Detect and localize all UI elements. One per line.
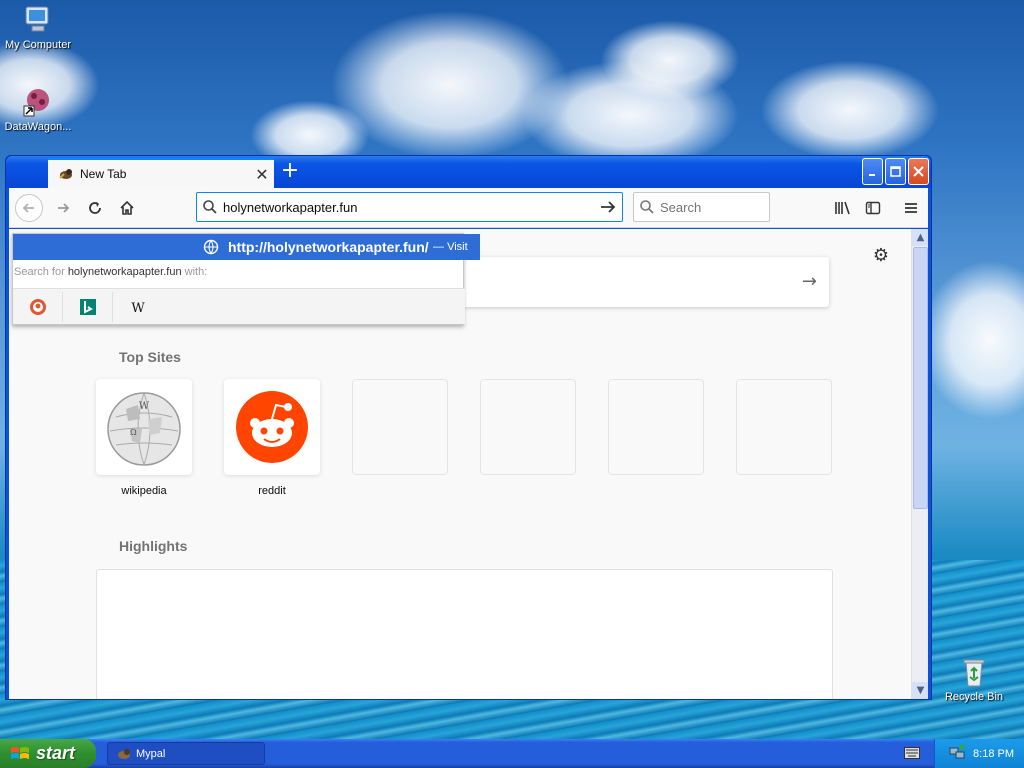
back-arrow-icon xyxy=(22,203,34,213)
scroll-up-icon[interactable]: ▲ xyxy=(912,229,928,246)
tab-title: New Tab xyxy=(80,167,127,181)
search-engine-wikipedia[interactable]: W xyxy=(113,292,163,322)
wallpaper-cloud xyxy=(920,260,1024,420)
top-site-label: wikipedia xyxy=(121,485,167,497)
wikipedia-globe-icon: W Ω xyxy=(107,392,181,466)
system-tray: 8:18 PM xyxy=(934,739,1024,768)
datawagon-icon xyxy=(22,86,54,118)
sidebar-button[interactable] xyxy=(859,194,887,222)
search-icon xyxy=(197,199,223,215)
search-bar[interactable] xyxy=(633,192,770,222)
search-for-query: holynetworkapapter.fun xyxy=(67,266,182,278)
top-sites-heading: Top Sites xyxy=(119,349,181,365)
wallpaper-cloud xyxy=(600,20,740,100)
duckduckgo-icon xyxy=(29,298,46,315)
desktop-icon-label: DataWagon... xyxy=(4,121,72,133)
library-button[interactable] xyxy=(829,194,857,222)
svg-text:W: W xyxy=(139,401,150,412)
start-label: start xyxy=(36,743,76,763)
top-site-tile-empty[interactable] xyxy=(352,379,448,475)
tab-close-icon[interactable]: ✕ xyxy=(250,162,274,186)
sidebar-icon xyxy=(865,201,881,215)
forward-button[interactable] xyxy=(49,194,77,222)
autocomplete-url: http://holynetworkapapter.fun/ xyxy=(228,239,429,255)
desktop-icon-datawagon[interactable]: DataWagon... xyxy=(0,86,78,133)
window-titlebar[interactable]: New Tab ✕ + xyxy=(6,156,931,188)
minimize-button[interactable] xyxy=(862,158,883,185)
autocomplete-visit-label: — Visit xyxy=(433,241,468,253)
wallpaper-cloud xyxy=(760,60,940,160)
search-for-label: Search for holynetworkapapter.fun with: xyxy=(14,266,208,278)
taskbar: start Mypal 8:18 PM xyxy=(0,739,1024,768)
home-icon xyxy=(120,200,134,215)
search-engine-duckduckgo[interactable] xyxy=(13,291,63,322)
urlbar-autocomplete-popup: http://holynetworkapapter.fun/ — Visit S… xyxy=(12,233,480,325)
scrollbar-thumb[interactable] xyxy=(913,247,928,509)
address-bar[interactable] xyxy=(196,192,623,222)
top-site-tile-empty[interactable] xyxy=(736,379,832,475)
top-site-label: reddit xyxy=(258,485,286,497)
clock[interactable]: 8:18 PM xyxy=(973,748,1014,760)
window-controls xyxy=(862,158,929,185)
highlights-panel xyxy=(96,569,833,699)
mypal-icon xyxy=(118,748,130,759)
nav-toolbar xyxy=(9,188,928,228)
reddit-alien-icon xyxy=(236,391,308,463)
network-icon[interactable] xyxy=(949,744,965,763)
desktop-icon-label: Recycle Bin xyxy=(944,691,1004,703)
reload-button[interactable] xyxy=(81,194,109,222)
vertical-scrollbar[interactable]: ▲ ▼ xyxy=(911,229,928,699)
search-input[interactable] xyxy=(660,199,760,215)
go-arrow-icon[interactable] xyxy=(594,199,622,215)
top-site-tile-reddit[interactable] xyxy=(224,379,320,475)
taskbar-item-label: Mypal xyxy=(136,747,166,760)
search-icon xyxy=(634,199,660,215)
gear-icon[interactable]: ⚙ xyxy=(871,245,891,266)
hamburger-menu-icon xyxy=(905,203,917,213)
start-button[interactable]: start xyxy=(0,739,96,768)
recycle-bin-icon xyxy=(958,656,990,688)
wikipedia-w-icon: W xyxy=(131,301,145,316)
autocomplete-visit-row[interactable]: http://holynetworkapapter.fun/ — Visit xyxy=(13,234,480,260)
menu-button[interactable] xyxy=(897,194,925,222)
svg-text:Ω: Ω xyxy=(130,428,137,437)
globe-icon xyxy=(203,239,219,258)
search-engine-bing[interactable] xyxy=(63,291,113,322)
maximize-button[interactable] xyxy=(885,158,906,185)
top-site-tile-wikipedia[interactable]: W Ω xyxy=(96,379,192,475)
new-tab-button[interactable]: + xyxy=(278,160,302,184)
back-button[interactable] xyxy=(15,194,43,222)
mypal-favicon-icon xyxy=(58,166,74,182)
bing-icon xyxy=(79,298,96,315)
address-input[interactable] xyxy=(223,194,594,220)
svg-text:W: W xyxy=(131,301,145,316)
one-off-search-engines: W xyxy=(13,288,465,324)
computer-icon xyxy=(22,4,54,36)
desktop-icon-label: My Computer xyxy=(4,39,72,51)
reload-icon xyxy=(89,202,101,214)
arrow-right-icon[interactable]: → xyxy=(802,271,817,292)
windows-logo-icon xyxy=(11,746,29,759)
top-site-tile-empty[interactable] xyxy=(608,379,704,475)
desktop-icon-recycle-bin[interactable]: Recycle Bin xyxy=(934,656,1014,703)
keyboard-icon[interactable] xyxy=(904,747,920,762)
library-icon xyxy=(835,201,850,215)
home-button[interactable] xyxy=(113,194,141,222)
forward-arrow-icon xyxy=(58,203,70,213)
scroll-down-icon[interactable]: ▼ xyxy=(912,682,928,699)
highlights-heading: Highlights xyxy=(119,538,188,554)
top-site-tile-empty[interactable] xyxy=(480,379,576,475)
close-window-button[interactable] xyxy=(908,158,929,185)
desktop-icon-my-computer[interactable]: My Computer xyxy=(0,4,78,51)
tab-new-tab[interactable]: New Tab ✕ xyxy=(48,158,274,188)
taskbar-item-mypal[interactable]: Mypal xyxy=(107,742,265,765)
